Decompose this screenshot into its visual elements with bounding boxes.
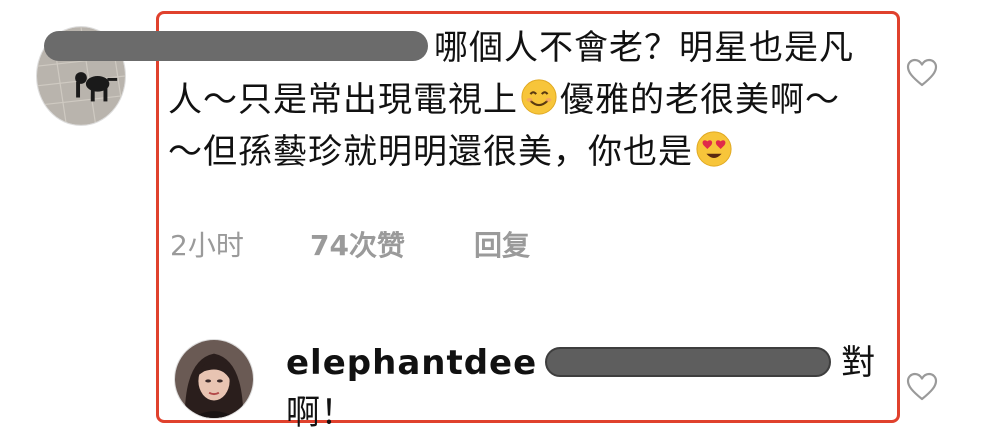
like-count[interactable]: 74次赞 [310,224,474,264]
reply-avatar[interactable] [174,339,254,419]
redacted-username [44,31,428,61]
comment-meta: 2小时 74次赞 回复 [170,224,530,264]
heart-eyes-emoji [695,130,733,168]
reply-text: elephantdee 對啊！ [286,338,886,438]
reply-username[interactable]: elephantdee [286,343,537,383]
redacted-mention [545,347,832,377]
reply-button[interactable]: 回复 [474,224,530,264]
woman-avatar-image [175,340,253,418]
comment-text: 哪個人不會老？明星也是凡人～只是常出現電視上 優雅的老很美啊～～但孫藝珍就明明還很… [44,22,868,178]
smiling-face-emoji [520,78,558,116]
comment-timestamp: 2小时 [170,229,244,262]
heart-outline-icon[interactable] [906,372,938,402]
heart-outline-icon[interactable] [906,58,938,88]
